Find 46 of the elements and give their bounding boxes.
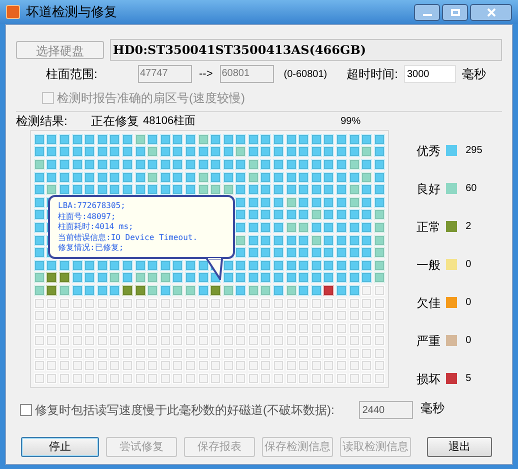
legend-count: 5 (466, 372, 472, 386)
checkbox[interactable] (20, 404, 32, 416)
slow-threshold-field[interactable]: 2440 (359, 401, 414, 419)
legend-label: 优秀 (416, 142, 442, 160)
range-start-field[interactable]: 47747 (138, 65, 192, 83)
result-cylinder: 48106柱面 (143, 114, 196, 129)
window-title: 坏道检测与修复 (26, 3, 117, 22)
action-button[interactable]: 退出 (427, 437, 492, 457)
legend-count: 295 (466, 144, 482, 158)
checkbox-label: 检测时报告准确的扇区号(速度较慢) (57, 90, 245, 107)
legend-label: 一般 (416, 256, 442, 274)
legend-count: 0 (466, 296, 472, 310)
legend-label: 欠佳 (416, 294, 442, 312)
tooltip-line: LBA:772678305; (58, 201, 126, 212)
slow-threshold-unit: 毫秒 (420, 400, 444, 417)
disk-field: HD0:ST350041ST3500413AS(466GB) (110, 39, 502, 61)
timeout-field[interactable]: 3000 (404, 65, 456, 83)
progress-percent: 99% (340, 114, 361, 128)
legend-count: 0 (466, 334, 472, 348)
close-button[interactable] (470, 4, 512, 20)
action-button[interactable]: 停止 (21, 437, 99, 457)
maximize-button[interactable] (442, 4, 468, 20)
tooltip-line: 修复情况:已修复; (58, 243, 125, 254)
timeout-unit: 毫秒 (462, 66, 486, 83)
range-label: 柱面范围: (46, 66, 98, 83)
close-icon (486, 8, 496, 16)
legend-label: 严重 (416, 332, 442, 350)
checkbox-label: 修复时包括读写速度慢于此毫秒数的好磁道(不破坏数据): (35, 402, 334, 419)
select-disk-button[interactable]: 选择硬盘 (16, 41, 104, 59)
legend-label: 正常 (416, 218, 442, 236)
result-status: 正在修复 (91, 113, 139, 130)
legend-label: 损坏 (416, 370, 442, 388)
timeout-label: 超时时间: (346, 66, 398, 83)
legend-count: 2 (466, 220, 472, 234)
minimize-button[interactable] (414, 4, 440, 20)
legend-label: 良好 (416, 180, 442, 198)
tooltip-line: 当前错误信息:IO Device Timeout. (58, 232, 199, 243)
app-icon (6, 5, 20, 19)
result-label: 检测结果: (16, 113, 68, 130)
tooltip-line: 柱面耗时:4014 ms; (58, 222, 134, 232)
range-arrow: --> (199, 66, 213, 82)
tooltip-line: 柱面号:48097; (58, 212, 117, 222)
legend-count: 0 (466, 258, 472, 272)
range-end-field[interactable]: 60801 (220, 65, 274, 83)
legend-count: 60 (466, 182, 477, 196)
range-hint: (0-60801) (284, 68, 328, 82)
